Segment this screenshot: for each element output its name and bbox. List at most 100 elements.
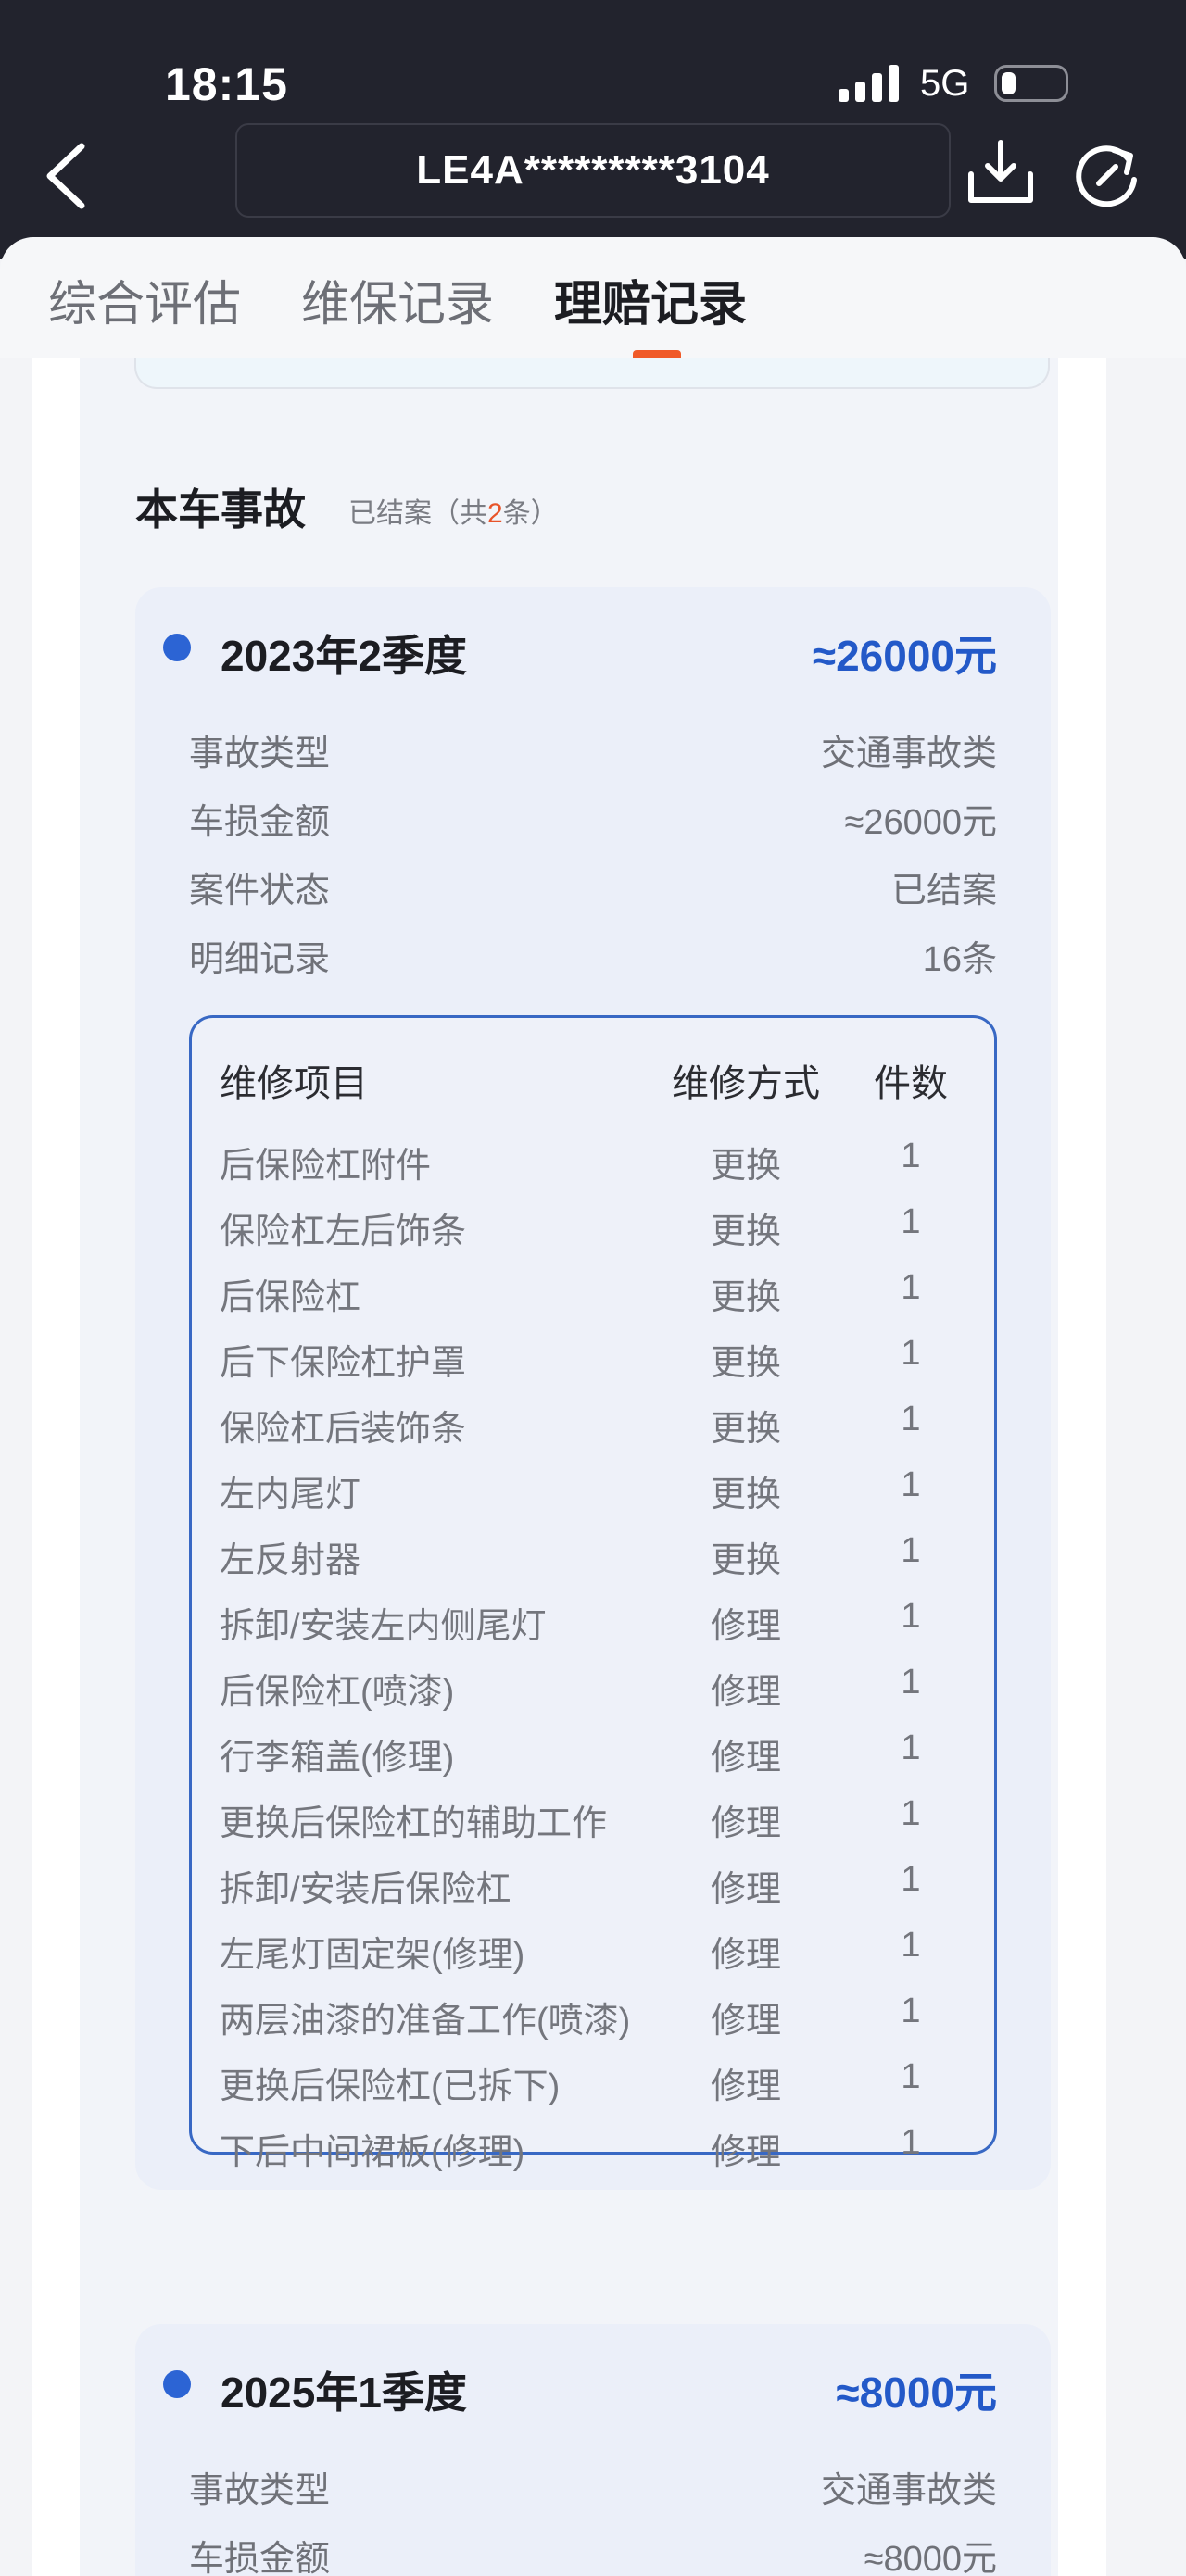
chevron-left-icon <box>46 143 85 209</box>
table-row: 保险杠后装饰条 更换 1 <box>192 1400 994 1451</box>
info-row-case-status: 案件状态 已结案 <box>189 861 997 913</box>
repair-item-cell: 行李箱盖(修理) <box>220 1739 455 1778</box>
repair-item-cell: 保险杠左后饰条 <box>220 1213 467 1251</box>
repair-item-cell: 左反射器 <box>220 1541 361 1580</box>
accident-amount: ≈8000元 <box>836 2369 997 2417</box>
accident-amount: ≈26000元 <box>812 632 997 680</box>
piece-count-cell: 1 <box>901 1334 921 1373</box>
back-button[interactable] <box>41 139 93 213</box>
table-row: 两层油漆的准备工作(喷漆) 修理 1 <box>192 1992 994 2043</box>
info-value: 交通事故类 <box>820 2471 997 2510</box>
piece-count-cell: 1 <box>901 1728 921 1767</box>
status-time: 18:15 <box>165 58 288 110</box>
piece-count-cell: 1 <box>901 1202 921 1241</box>
table-row: 左尾灯固定架(修理) 修理 1 <box>192 1926 994 1978</box>
info-value: 交通事故类 <box>820 735 997 773</box>
refresh-icon <box>1076 145 1137 207</box>
tab-bar: 综合评估 维保记录 理赔记录 <box>0 237 1186 358</box>
repair-method-cell: 更换 <box>710 1213 781 1251</box>
case-status-text: 已结案 <box>348 498 432 529</box>
piece-count-cell: 1 <box>901 1268 921 1307</box>
accident-card: 2023年2季度 ≈26000元 事故类型 交通事故类 车损金额 ≈26000元… <box>135 587 1051 2190</box>
table-row: 行李箱盖(修理) 修理 1 <box>192 1728 994 1780</box>
tab-maintenance-records[interactable]: 维保记录 <box>301 265 494 334</box>
table-row: 下后中间裙板(修理) 修理 1 <box>192 2123 994 2175</box>
piece-count-cell: 1 <box>901 1794 921 1833</box>
repair-item-cell: 左尾灯固定架(修理) <box>220 1936 525 1975</box>
piece-count-cell: 1 <box>901 1926 921 1965</box>
info-label: 案件状态 <box>189 872 331 911</box>
piece-count-cell: 1 <box>901 2123 921 2162</box>
scroll-content[interactable]: 本车事故 已结案（共2条） 2023年2季度 ≈26000元 事故类型 交通事故… <box>32 358 1106 2576</box>
table-row: 拆卸/安装后保险杠 修理 1 <box>192 1860 994 1912</box>
piece-count-cell: 1 <box>901 1400 921 1439</box>
header-repair-method: 维修方式 <box>672 1063 820 1104</box>
active-tab-indicator <box>633 350 681 358</box>
piece-count-cell: 1 <box>901 1597 921 1636</box>
table-row: 更换后保险杠(已拆下) 修理 1 <box>192 2057 994 2109</box>
piece-count-cell: 1 <box>901 2057 921 2096</box>
repair-item-cell: 左内尾灯 <box>220 1476 361 1514</box>
repair-method-cell: 更换 <box>710 1476 781 1514</box>
section-title: 本车事故 <box>135 485 306 534</box>
info-row-accident-type: 事故类型 交通事故类 <box>189 2461 997 2513</box>
piece-count-cell: 1 <box>901 1860 921 1899</box>
claims-panel: 本车事故 已结案（共2条） 2023年2季度 ≈26000元 事故类型 交通事故… <box>80 358 1058 2576</box>
table-row: 左反射器 更换 1 <box>192 1531 994 1583</box>
repair-item-cell: 更换后保险杠(已拆下) <box>220 2067 561 2106</box>
repair-item-cell: 更换后保险杠的辅助工作 <box>220 1804 608 1843</box>
count-prefix: （共 <box>432 498 487 529</box>
repair-method-cell: 更换 <box>710 1410 781 1449</box>
repair-method-cell: 修理 <box>710 1870 781 1909</box>
info-label: 车损金额 <box>189 2540 331 2576</box>
repair-method-cell: 更换 <box>710 1541 781 1580</box>
accident-period: 2025年1季度 <box>221 2369 467 2417</box>
repair-method-cell: 修理 <box>710 1936 781 1975</box>
repair-item-cell: 保险杠后装饰条 <box>220 1410 467 1449</box>
repair-method-cell: 修理 <box>710 1673 781 1712</box>
header-piece-count: 件数 <box>874 1063 948 1104</box>
info-label: 车损金额 <box>189 803 331 842</box>
repair-method-cell: 修理 <box>710 2002 781 2041</box>
battery-nub <box>994 65 1068 102</box>
repair-method-cell: 更换 <box>710 1147 781 1186</box>
info-value: ≈26000元 <box>844 803 997 842</box>
table-row: 左内尾灯 更换 1 <box>192 1465 994 1517</box>
repair-item-cell: 后下保险杠护罩 <box>220 1344 467 1383</box>
signal-icon <box>839 65 900 102</box>
header-repair-item: 维修项目 <box>220 1063 368 1104</box>
repair-item-cell: 下后中间裙板(修理) <box>220 2133 525 2172</box>
previous-card-edge <box>134 358 1050 389</box>
download-button[interactable] <box>965 137 1036 207</box>
piece-count-cell: 1 <box>901 1531 921 1570</box>
table-row: 后下保险杠护罩 更换 1 <box>192 1334 994 1386</box>
repair-table-header: 维修项目 维修方式 件数 <box>192 1053 994 1105</box>
piece-count-cell: 1 <box>901 1992 921 2030</box>
accident-period: 2023年2季度 <box>221 632 467 680</box>
tab-claim-records[interactable]: 理赔记录 <box>554 265 747 334</box>
info-row-accident-type: 事故类型 交通事故类 <box>189 724 997 776</box>
table-row: 后保险杠附件 更换 1 <box>192 1137 994 1188</box>
info-label: 明细记录 <box>189 940 331 979</box>
accident-count: 2 <box>487 498 503 529</box>
tab-overall-assessment[interactable]: 综合评估 <box>48 265 241 334</box>
bullet-dot-icon <box>163 2370 191 2398</box>
repair-method-cell: 修理 <box>710 2133 781 2172</box>
repair-item-cell: 拆卸/安装左内侧尾灯 <box>220 1607 547 1646</box>
refresh-button[interactable] <box>1073 139 1142 207</box>
repair-item-cell: 后保险杠(喷漆) <box>220 1673 455 1712</box>
table-row: 更换后保险杠的辅助工作 修理 1 <box>192 1794 994 1846</box>
info-label: 事故类型 <box>189 2471 331 2510</box>
piece-count-cell: 1 <box>901 1137 921 1175</box>
info-row-damage-amount: 车损金额 ≈26000元 <box>189 793 997 845</box>
top-bar: 18:15 5G LE4A*********3104 <box>0 0 1186 259</box>
piece-count-cell: 1 <box>901 1465 921 1504</box>
repair-method-cell: 更换 <box>710 1344 781 1383</box>
repair-method-cell: 修理 <box>710 1804 781 1843</box>
repair-method-cell: 修理 <box>710 1739 781 1778</box>
table-row: 后保险杠(喷漆) 修理 1 <box>192 1663 994 1715</box>
repair-method-cell: 更换 <box>710 1278 781 1317</box>
count-suffix: 条） <box>502 498 559 529</box>
info-row-damage-amount: 车损金额 ≈8000元 <box>189 2530 997 2576</box>
section-status: 已结案（共2条） <box>348 490 559 531</box>
